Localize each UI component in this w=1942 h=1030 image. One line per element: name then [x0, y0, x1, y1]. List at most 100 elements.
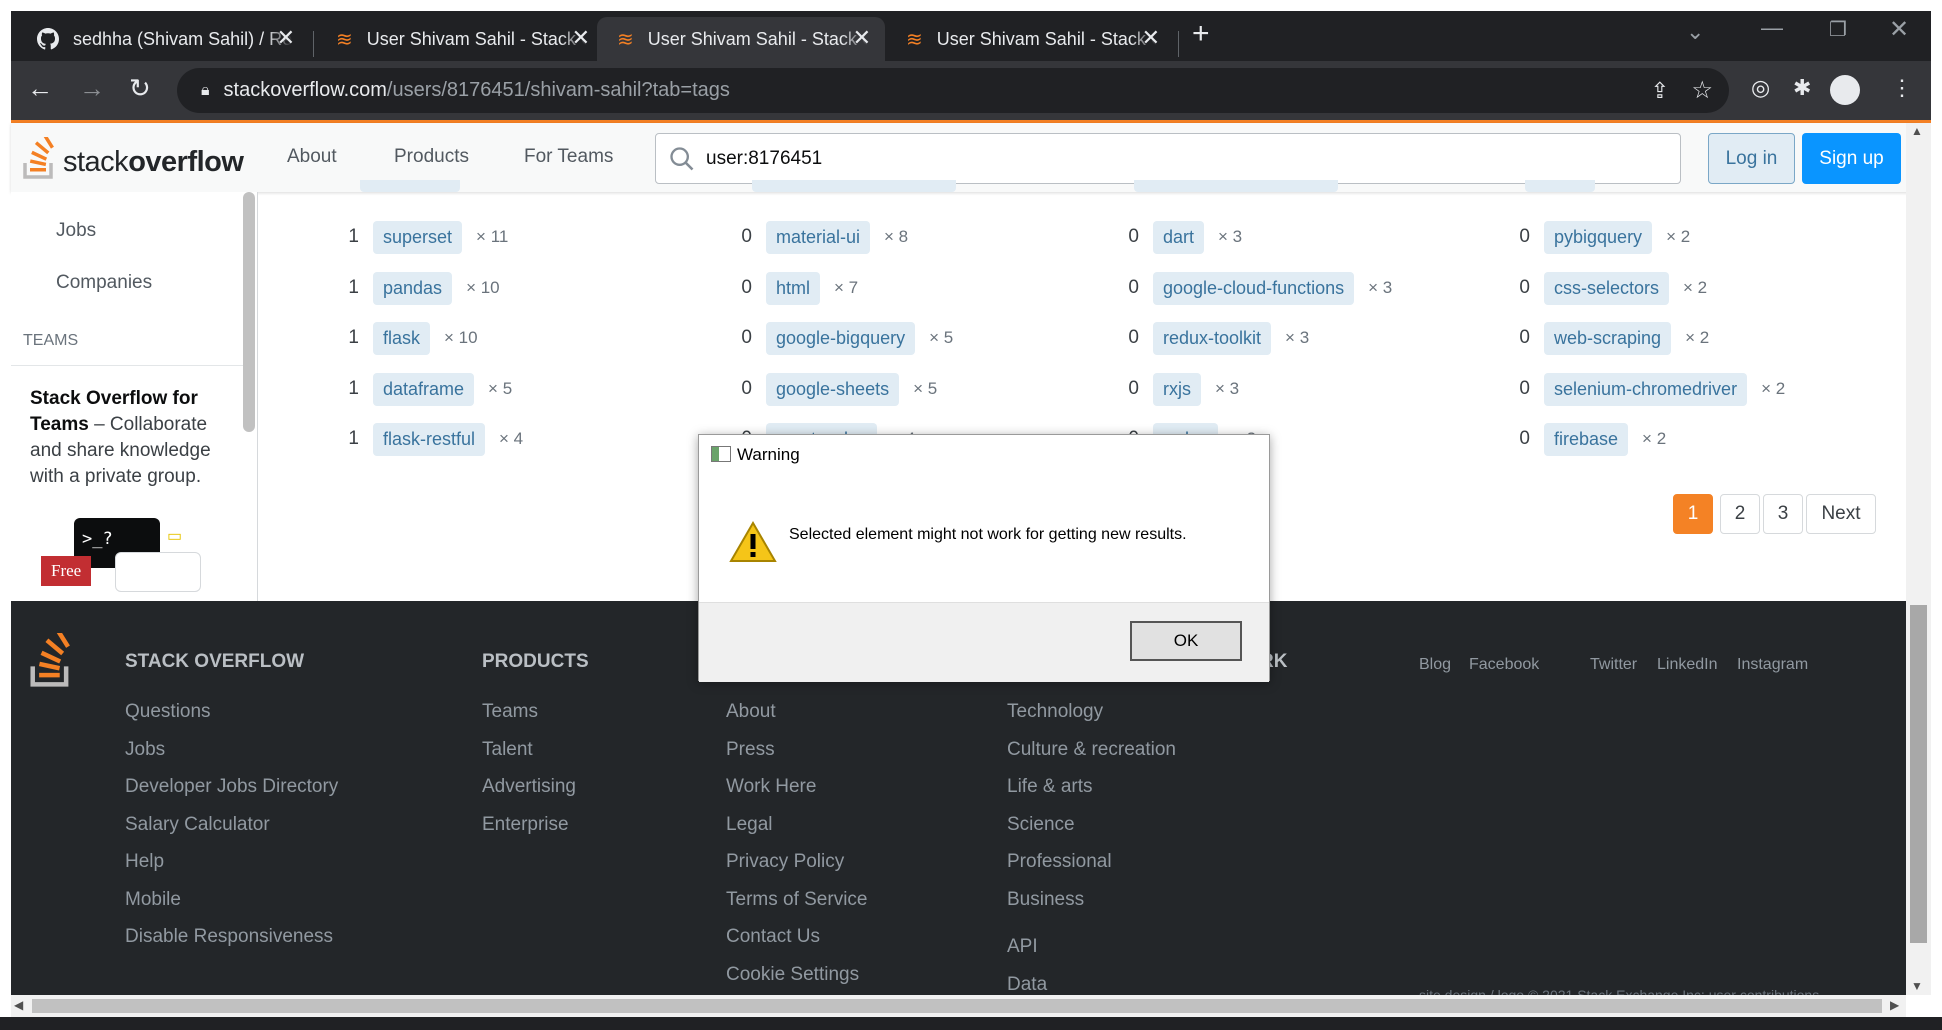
tab-github[interactable]: sedhha (Shivam Sahil) / Repositories ✕ [17, 17, 309, 61]
login-button[interactable]: Log in [1708, 133, 1795, 184]
footer-link[interactable]: Developer Jobs Directory [125, 776, 338, 798]
next-page-button[interactable]: Next [1806, 494, 1876, 534]
sidebar-item-jobs[interactable]: Jobs [56, 220, 96, 242]
site-logo[interactable]: stackoverflow [23, 135, 244, 179]
footer-link[interactable]: Questions [125, 701, 211, 723]
footer-link[interactable]: Data [1007, 974, 1047, 996]
tag-link[interactable]: redux-toolkit [1153, 321, 1272, 355]
url-field[interactable]: 🔒︎ stackoverflow.com/users/8176451/shiva… [177, 68, 1729, 113]
tag-link[interactable]: rxjs [1153, 372, 1201, 406]
nav-for-teams[interactable]: For Teams [524, 146, 613, 168]
menu-kebab-icon[interactable]: ⋮ [1891, 75, 1913, 101]
footer-link[interactable]: Advertising [482, 776, 576, 798]
page-1-button[interactable]: 1 [1673, 494, 1713, 534]
page-3-button[interactable]: 3 [1763, 494, 1803, 534]
scroll-down-arrow-icon[interactable]: ▼ [1911, 979, 1923, 993]
nav-products[interactable]: Products [394, 146, 469, 168]
tag-row: 0 web-scraping × 2 [1506, 318, 1709, 358]
tag-link[interactable]: material-ui [766, 220, 871, 254]
tab-stackoverflow-1[interactable]: ≋ User Shivam Sahil - Stack Overflow ✕ [316, 17, 604, 61]
tag-link[interactable]: flask-restful [373, 422, 486, 456]
forward-icon[interactable]: → [79, 73, 105, 104]
tab-search-icon[interactable]: ⌄ [1686, 19, 1704, 45]
footer-link[interactable]: Talent [482, 739, 533, 761]
bookmark-star-icon[interactable]: ☆ [1691, 76, 1713, 105]
tab-stackoverflow-3[interactable]: ≋ User Shivam Sahil - Stack Overflow ✕ [886, 17, 1174, 61]
footer-link[interactable]: Technology [1007, 701, 1103, 723]
vertical-scroll-thumb[interactable] [1910, 605, 1927, 943]
footer-social-linkedin[interactable]: LinkedIn [1657, 656, 1718, 674]
back-icon[interactable]: ← [27, 73, 53, 104]
footer-link[interactable]: Privacy Policy [726, 851, 844, 873]
tag-link[interactable]: firebase [1544, 422, 1629, 456]
tag-link[interactable]: flask [373, 321, 431, 355]
footer-link[interactable]: Legal [726, 814, 773, 836]
footer-link[interactable]: Science [1007, 814, 1075, 836]
footer-logo-icon[interactable] [29, 633, 75, 687]
ok-button[interactable]: OK [1130, 621, 1242, 661]
nav-about[interactable]: About [287, 146, 337, 168]
profile-avatar-icon[interactable] [1830, 75, 1860, 105]
tag-link[interactable]: css-selectors [1544, 271, 1670, 305]
footer-link[interactable]: Disable Responsiveness [125, 926, 333, 948]
footer-heading[interactable]: STACK OVERFLOW [125, 651, 304, 673]
footer-social-blog[interactable]: Blog [1419, 656, 1451, 674]
tag-link[interactable]: pybigquery [1544, 220, 1653, 254]
tag-link[interactable]: dart [1153, 220, 1205, 254]
footer-social-instagram[interactable]: Instagram [1737, 656, 1808, 674]
footer-link[interactable]: Culture & recreation [1007, 739, 1176, 761]
footer-link[interactable]: Help [125, 851, 164, 873]
tag-link[interactable]: selenium-chromedriver [1544, 372, 1748, 406]
close-window-icon[interactable]: ✕ [1889, 15, 1909, 44]
footer-link[interactable]: About [726, 701, 776, 723]
footer-link[interactable]: Press [726, 739, 775, 761]
close-tab-icon[interactable]: ✕ [277, 25, 295, 51]
extension-target-icon[interactable]: ◎ [1751, 75, 1770, 101]
minimize-icon[interactable]: — [1761, 15, 1783, 41]
restore-icon[interactable]: ❐ [1829, 17, 1847, 42]
search-input[interactable]: user:8176451 [655, 133, 1681, 184]
footer-heading[interactable]: PRODUCTS [482, 651, 589, 673]
new-tab-button[interactable]: + [1192, 17, 1210, 51]
close-tab-icon[interactable]: ✕ [1142, 25, 1160, 51]
tag-link[interactable]: google-sheets [766, 372, 900, 406]
footer-link[interactable]: Life & arts [1007, 776, 1093, 798]
tab-stackoverflow-active[interactable]: ≋ User Shivam Sahil - Stack Overflow ✕ [597, 17, 885, 61]
footer-link[interactable]: Teams [482, 701, 538, 723]
footer-link[interactable]: Salary Calculator [125, 814, 270, 836]
reload-icon[interactable]: ↻ [129, 73, 151, 104]
footer-link[interactable]: Contact Us [726, 926, 820, 948]
footer-link[interactable]: Business [1007, 889, 1084, 911]
tag-link[interactable]: pandas [373, 271, 453, 305]
teams-promo[interactable]: Stack Overflow for Teams – Collaborate a… [11, 365, 247, 601]
horizontal-scroll-thumb[interactable] [32, 999, 1882, 1013]
sidebar-item-companies[interactable]: Companies [56, 272, 152, 294]
footer-social-facebook[interactable]: Facebook [1469, 656, 1539, 674]
scroll-right-arrow-icon[interactable]: ▶ [1890, 998, 1899, 1012]
footer-link[interactable]: Enterprise [482, 814, 569, 836]
tag-link[interactable]: dataframe [373, 372, 475, 406]
footer-social-twitter[interactable]: Twitter [1590, 656, 1637, 674]
dialog-message: Selected element might not work for gett… [789, 526, 1187, 543]
share-icon[interactable]: ⇪ [1651, 78, 1669, 104]
tag-link[interactable]: google-bigquery [766, 321, 916, 355]
footer-link[interactable]: API [1007, 936, 1038, 958]
tag-link[interactable]: html [766, 271, 821, 305]
footer-link[interactable]: Work Here [726, 776, 816, 798]
footer-link[interactable]: Jobs [125, 739, 165, 761]
footer-link[interactable]: Cookie Settings [726, 964, 859, 986]
extensions-puzzle-icon[interactable]: ✱ [1793, 75, 1811, 101]
footer-link[interactable]: Terms of Service [726, 889, 867, 911]
tag-link[interactable]: superset [373, 220, 463, 254]
scroll-left-arrow-icon[interactable]: ◀ [14, 998, 23, 1012]
close-tab-icon[interactable]: ✕ [853, 25, 871, 51]
sidebar-scrollbar[interactable] [243, 192, 255, 432]
close-tab-icon[interactable]: ✕ [572, 25, 590, 51]
signup-button[interactable]: Sign up [1802, 133, 1901, 184]
footer-link[interactable]: Professional [1007, 851, 1112, 873]
footer-link[interactable]: Mobile [125, 889, 181, 911]
page-2-button[interactable]: 2 [1720, 494, 1760, 534]
tag-link[interactable]: google-cloud-functions [1153, 271, 1355, 305]
scroll-up-arrow-icon[interactable]: ▲ [1911, 124, 1923, 138]
tag-link[interactable]: web-scraping [1544, 321, 1672, 355]
